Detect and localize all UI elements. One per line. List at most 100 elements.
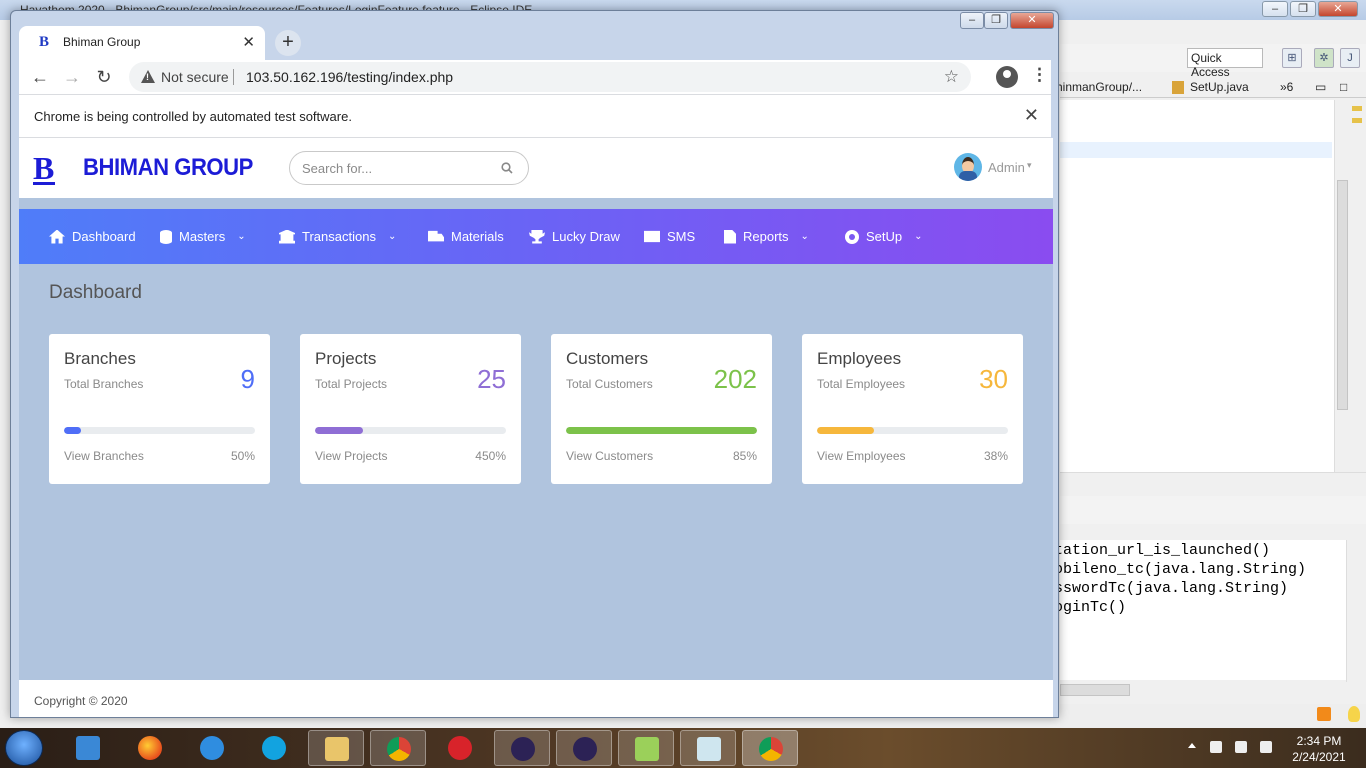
nav-masters[interactable]: Masters ⌄ [160, 209, 246, 264]
system-clock[interactable]: 2:34 PM 2/24/2021 [1282, 733, 1356, 765]
card-percent: 85% [732, 449, 757, 463]
card-title: Customers [566, 349, 649, 368]
nav-setup[interactable]: SetUp ⌄ [845, 209, 923, 264]
nav-label: Materials [451, 229, 504, 244]
nav-reports[interactable]: Reports ⌄ [724, 209, 809, 264]
taskbar-chrome[interactable] [370, 730, 426, 766]
browser-tab[interactable]: B Bhiman Group ✕ [19, 26, 265, 60]
card-percent: 50% [230, 449, 255, 463]
taskbar-eclipse-2[interactable] [556, 730, 612, 766]
search-input[interactable] [289, 151, 529, 185]
not-secure-label[interactable]: Not secure [161, 69, 229, 85]
rss-icon[interactable] [1317, 707, 1331, 721]
nav-label: Transactions [302, 229, 376, 244]
nav-sms[interactable]: SMS [644, 209, 695, 264]
eclipse-editor[interactable] [1060, 100, 1336, 472]
console-line: obileno_tc(java.lang.String) [1054, 561, 1307, 578]
warning-icon[interactable] [141, 70, 155, 83]
new-tab-button[interactable]: + [275, 30, 301, 56]
automation-infobar: Chrome is being controlled by automated … [19, 94, 1051, 138]
logo-mark[interactable]: B [33, 152, 56, 185]
console-horizontal-scrollbar[interactable] [1060, 682, 1346, 698]
profile-icon[interactable] [996, 66, 1018, 88]
nav-label: Reports [743, 229, 789, 244]
editor-vertical-scrollbar[interactable] [1334, 100, 1350, 472]
card-link[interactable]: View Branches [64, 449, 144, 463]
media-player-icon [76, 736, 100, 760]
card-value: 30 [979, 364, 1008, 394]
user-name[interactable]: Admin [988, 160, 1025, 175]
card-title: Branches [64, 349, 136, 368]
bookmark-star-icon[interactable]: ☆ [944, 67, 959, 87]
network-icon[interactable] [1235, 741, 1247, 753]
editor-tab-overflow[interactable]: »6 [1280, 80, 1293, 94]
back-icon[interactable]: ← [29, 66, 51, 88]
editor-horizontal-scrollbar[interactable] [1060, 472, 1366, 488]
card-link[interactable]: View Employees [817, 449, 906, 463]
show-hidden-icons[interactable] [1188, 743, 1196, 748]
open-perspective-icon[interactable]: ⊞ [1282, 48, 1302, 68]
device-icon[interactable] [1210, 741, 1222, 753]
tip-bulb-icon[interactable] [1348, 706, 1360, 722]
tab-close-icon[interactable]: ✕ [242, 33, 255, 51]
card-link[interactable]: View Customers [566, 449, 653, 463]
console-vertical-scrollbar[interactable] [1346, 540, 1362, 682]
eclipse-close-button[interactable]: ✕ [1318, 1, 1358, 17]
taskbar-opera[interactable] [432, 730, 488, 766]
opera-icon [448, 736, 472, 760]
divider [233, 69, 234, 85]
avatar[interactable] [954, 153, 982, 181]
eclipse-maximize-button[interactable]: ❐ [1290, 1, 1316, 17]
quick-access-field[interactable]: Quick Access [1187, 48, 1263, 79]
search-icon[interactable] [501, 162, 513, 174]
taskbar-firefox[interactable] [122, 730, 178, 766]
java-perspective-icon[interactable]: J [1340, 48, 1360, 68]
folder-icon [325, 737, 349, 761]
forward-icon[interactable]: → [61, 66, 83, 88]
site-header: B BHIMAN GROUP Admin ▾ [19, 138, 1053, 198]
address-bar[interactable]: Not secure 103.50.162.196/testing/index.… [129, 62, 971, 92]
logo-text[interactable]: BHIMAN GROUP [83, 154, 253, 182]
internet-explorer-icon [200, 736, 224, 760]
ruler-marker[interactable] [1352, 106, 1362, 111]
eclipse-minimize-button[interactable]: – [1262, 1, 1288, 17]
editor-tab-feature[interactable]: hinmanGroup/... [1056, 80, 1142, 94]
taskbar-media-player[interactable] [60, 730, 116, 766]
infobar-close-icon[interactable]: ✕ [1024, 105, 1039, 126]
minimize-icon[interactable]: ▭ [1315, 80, 1326, 94]
console-line: tation_url_is_launched() [1054, 542, 1271, 559]
flag-icon[interactable] [1260, 741, 1272, 753]
nav-transactions[interactable]: Transactions ⌄ [279, 209, 396, 264]
scroll-thumb[interactable] [1060, 684, 1130, 696]
taskbar-ie[interactable] [184, 730, 240, 766]
taskbar-eclipse[interactable] [494, 730, 550, 766]
url-text[interactable]: 103.50.162.196/testing/index.php [246, 69, 453, 85]
chevron-down-icon: ⌄ [914, 231, 923, 242]
debug-perspective-icon[interactable]: ✲ [1314, 48, 1334, 68]
taskbar-chrome-active[interactable] [742, 730, 798, 766]
card-link[interactable]: View Projects [315, 449, 387, 463]
tab-strip: B Bhiman Group ✕ + [19, 26, 1051, 60]
chrome-window: – ❐ ✕ B Bhiman Group ✕ + ← → ↻ Not secur… [10, 10, 1059, 718]
console-output[interactable]: tation_url_is_launched() obileno_tc(java… [1054, 540, 1346, 680]
scroll-thumb[interactable] [1337, 180, 1348, 410]
progress-fill [566, 427, 757, 434]
maximize-icon[interactable]: □ [1340, 80, 1347, 94]
taskbar-skype[interactable] [246, 730, 302, 766]
ruler-marker[interactable] [1352, 118, 1362, 123]
start-button[interactable] [5, 730, 43, 766]
browser-menu-icon[interactable]: ⋮ [1031, 65, 1048, 85]
chevron-down-icon[interactable]: ▾ [1027, 160, 1032, 171]
taskbar-snipping[interactable] [680, 730, 736, 766]
nav-lucky-draw[interactable]: Lucky Draw [529, 209, 620, 264]
nav-materials[interactable]: Materials [428, 209, 504, 264]
nav-label: Dashboard [72, 229, 136, 244]
nav-dashboard[interactable]: Dashboard [49, 209, 136, 264]
editor-tab-setup[interactable]: SetUp.java [1190, 80, 1249, 94]
progress-track [817, 427, 1008, 434]
chevron-down-icon: ⌄ [237, 231, 246, 242]
taskbar-explorer[interactable] [308, 730, 364, 766]
reload-icon[interactable]: ↻ [93, 66, 115, 88]
taskbar-notepadpp[interactable] [618, 730, 674, 766]
card-title: Projects [315, 349, 377, 368]
